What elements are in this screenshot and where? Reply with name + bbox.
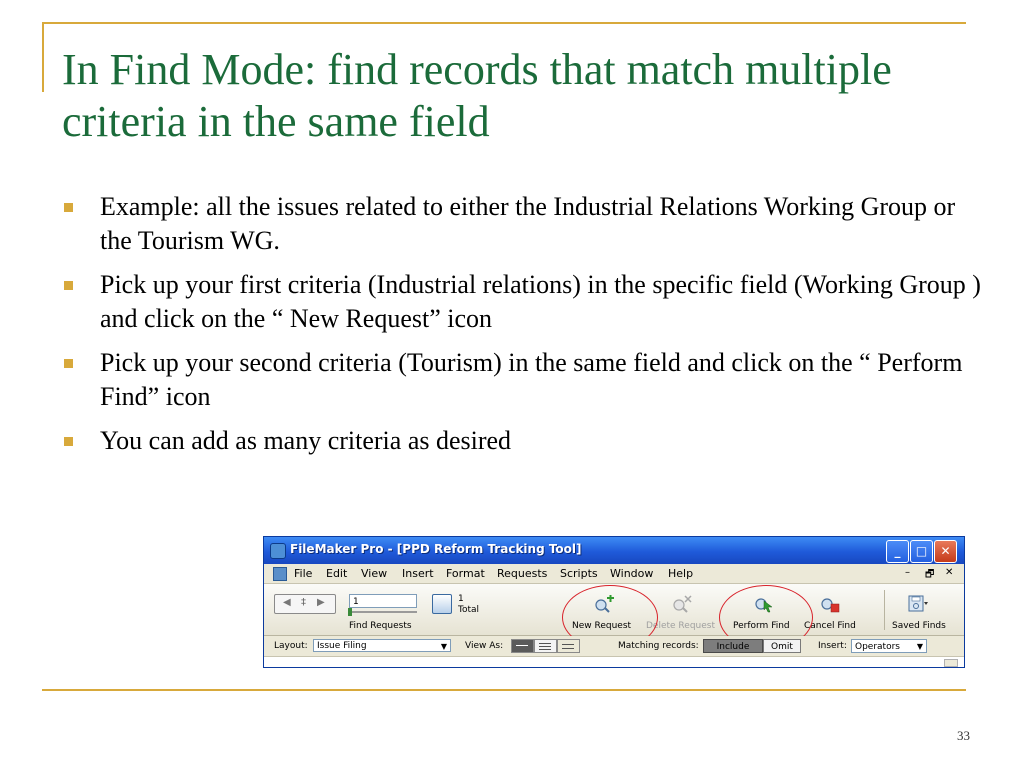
bullet-square-icon bbox=[64, 437, 73, 446]
view-as-label: View As: bbox=[465, 641, 504, 651]
bullet-square-icon bbox=[64, 203, 73, 212]
chevron-down-icon: ▼ bbox=[440, 642, 447, 651]
bullet-item: Example: all the issues related to eithe… bbox=[64, 190, 984, 258]
view-as-form-button[interactable] bbox=[511, 639, 534, 653]
view-as-list-button[interactable] bbox=[534, 639, 557, 653]
layout-label: Layout: bbox=[274, 641, 308, 651]
previous-record-icon[interactable]: ◀ bbox=[283, 597, 291, 608]
total-count: 1 bbox=[458, 594, 464, 604]
layout-value: Issue Filing bbox=[317, 641, 367, 651]
current-request-field[interactable]: 1 bbox=[349, 594, 417, 608]
menu-help[interactable]: Help bbox=[668, 567, 693, 580]
mdi-restore-button[interactable]: 🗗 bbox=[925, 567, 934, 584]
mdi-close-button[interactable]: ✕ bbox=[945, 567, 953, 578]
bullet-item: You can add as many criteria as desired bbox=[64, 424, 984, 458]
bullet-square-icon bbox=[64, 281, 73, 290]
operators-dropdown[interactable]: Operators ▼ bbox=[851, 639, 927, 653]
chevron-down-icon: ▼ bbox=[916, 642, 923, 651]
bullet-list: Example: all the issues related to eithe… bbox=[64, 190, 984, 468]
bullet-text: Pick up your first criteria (Industrial … bbox=[100, 270, 981, 333]
menu-edit[interactable]: Edit bbox=[326, 567, 347, 580]
menu-scripts[interactable]: Scripts bbox=[560, 567, 598, 580]
find-requests-stack-icon bbox=[432, 594, 452, 614]
request-slider[interactable] bbox=[349, 611, 417, 613]
cancel-find-icon[interactable] bbox=[819, 595, 841, 613]
layout-bar: Layout: Issue Filing ▼ View As: Matching… bbox=[264, 636, 964, 657]
minimize-button[interactable]: _ bbox=[886, 540, 909, 563]
frame-bottom-line bbox=[42, 689, 966, 691]
menu-window[interactable]: Window bbox=[610, 567, 653, 580]
menu-bar: File Edit View Insert Format Requests Sc… bbox=[264, 564, 964, 584]
view-as-table-button[interactable] bbox=[557, 639, 580, 653]
include-button[interactable]: Include bbox=[703, 639, 763, 653]
menu-requests[interactable]: Requests bbox=[497, 567, 547, 580]
window-titlebar[interactable]: FileMaker Pro - [PPD Reform Tracking Too… bbox=[264, 537, 964, 564]
close-button[interactable]: ✕ bbox=[934, 540, 957, 563]
frame-left-line bbox=[42, 22, 44, 92]
filemaker-screenshot: FileMaker Pro - [PPD Reform Tracking Too… bbox=[263, 536, 965, 668]
next-record-icon[interactable]: ▶ bbox=[317, 597, 325, 608]
request-slider-thumb[interactable] bbox=[348, 608, 352, 616]
matching-records-label: Matching records: bbox=[618, 641, 699, 651]
mdi-minimize-button[interactable]: – bbox=[905, 567, 910, 578]
layout-dropdown[interactable]: Issue Filing ▼ bbox=[313, 639, 451, 652]
content-area bbox=[264, 657, 964, 667]
menu-view[interactable]: View bbox=[361, 567, 387, 580]
menu-format[interactable]: Format bbox=[446, 567, 485, 580]
operators-value: Operators bbox=[855, 642, 900, 652]
menu-file[interactable]: File bbox=[294, 567, 312, 580]
scrollbar-up-arrow[interactable] bbox=[944, 659, 958, 667]
menu-insert[interactable]: Insert bbox=[402, 567, 434, 580]
window-title: FileMaker Pro - [PPD Reform Tracking Too… bbox=[290, 542, 582, 556]
filemaker-app-icon bbox=[270, 543, 286, 559]
insert-label: Insert: bbox=[818, 641, 847, 651]
status-toolbar: ◀ ‡ ▶ 1 Find Requests 1 Total New Reques… bbox=[264, 584, 964, 650]
toolbar-separator bbox=[884, 590, 885, 630]
book-center-icon: ‡ bbox=[301, 597, 306, 608]
maximize-button[interactable]: □ bbox=[910, 540, 933, 563]
saved-finds-button[interactable]: Saved Finds bbox=[892, 621, 946, 631]
bullet-text: Pick up your second criteria (Tourism) i… bbox=[100, 348, 963, 411]
bullet-text: You can add as many criteria as desired bbox=[100, 426, 512, 455]
total-label: Total bbox=[458, 605, 480, 615]
slide-title: In Find Mode: find records that match mu… bbox=[62, 45, 892, 146]
omit-button[interactable]: Omit bbox=[763, 639, 801, 653]
document-menu-icon[interactable] bbox=[273, 567, 287, 581]
bullet-item: Pick up your second criteria (Tourism) i… bbox=[64, 346, 984, 414]
saved-finds-icon[interactable] bbox=[907, 595, 929, 613]
delete-request-icon[interactable] bbox=[671, 595, 693, 613]
page-number: 33 bbox=[957, 728, 970, 743]
frame-top-line bbox=[42, 22, 966, 24]
bullet-item: Pick up your first criteria (Industrial … bbox=[64, 268, 984, 336]
find-requests-label: Find Requests bbox=[349, 621, 412, 631]
bullet-square-icon bbox=[64, 359, 73, 368]
bullet-text: Example: all the issues related to eithe… bbox=[100, 192, 956, 255]
book-icon[interactable]: ◀ ‡ ▶ bbox=[274, 594, 336, 614]
